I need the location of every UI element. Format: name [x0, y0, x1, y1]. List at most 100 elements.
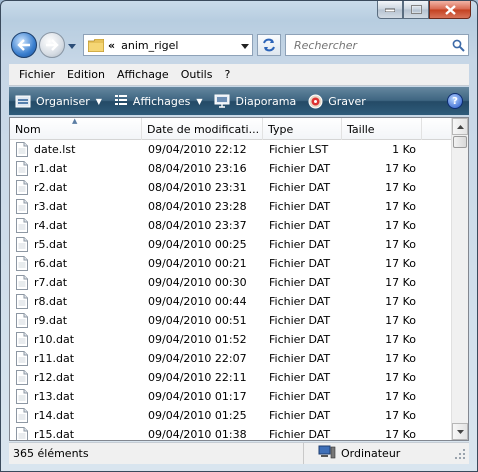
search-input[interactable]: [294, 38, 448, 52]
column-size[interactable]: Taille: [342, 118, 422, 140]
item-count: 365 éléments: [13, 447, 89, 460]
file-name: r5.dat: [34, 238, 68, 251]
file-date: 08/04/2010 23:16: [148, 162, 247, 175]
scrollbar-thumb[interactable]: [453, 136, 467, 148]
file-icon: [16, 294, 28, 309]
file-type: Fichier DAT: [269, 409, 331, 422]
file-row[interactable]: r10.dat 09/04/2010 01:52 Fichier DAT 17 Ko: [10, 330, 451, 349]
file-name: r2.dat: [34, 181, 68, 194]
chevron-down-icon: [456, 429, 464, 434]
scroll-up-button[interactable]: [452, 118, 468, 135]
file-icon: [16, 332, 28, 347]
file-row[interactable]: r13.dat 09/04/2010 01:17 Fichier DAT 17 Ko: [10, 387, 451, 406]
breadcrumb-path[interactable]: anim_rigel: [121, 39, 238, 52]
file-rows: date.lst 09/04/2010 22:12 Fichier LST 1 Ko r…: [10, 140, 451, 440]
address-dropdown[interactable]: [238, 39, 252, 52]
file-row[interactable]: r6.dat 09/04/2010 00:21 Fichier DAT 17 Ko: [10, 254, 451, 273]
back-button[interactable]: [11, 32, 37, 58]
graver-button[interactable]: Graver: [302, 87, 372, 115]
file-icon: [16, 218, 28, 233]
search-box[interactable]: [285, 34, 469, 56]
recent-pages-dropdown[interactable]: [67, 41, 77, 49]
file-row[interactable]: r4.dat 08/04/2010 23:37 Fichier DAT 17 Ko: [10, 216, 451, 235]
menu-help[interactable]: ?: [218, 68, 236, 81]
file-row[interactable]: r15.dat 09/04/2010 01:38 Fichier DAT 17 Ko: [10, 425, 451, 440]
file-row[interactable]: r3.dat 08/04/2010 23:28 Fichier DAT 17 Ko: [10, 197, 451, 216]
file-name-cell: r15.dat: [16, 425, 74, 440]
affichages-button[interactable]: Affichages ▼: [108, 87, 209, 115]
chevron-up-icon: [456, 124, 464, 129]
file-size: 17 Ko: [385, 409, 416, 422]
caption-buttons: [377, 1, 471, 19]
file-row[interactable]: r14.dat 09/04/2010 01:25 Fichier DAT 17 Ko: [10, 406, 451, 425]
close-button[interactable]: [429, 1, 471, 19]
file-row[interactable]: r11.dat 09/04/2010 22:07 Fichier DAT 17 Ko: [10, 349, 451, 368]
search-button[interactable]: [448, 39, 468, 52]
file-name: r1.dat: [34, 162, 68, 175]
column-name[interactable]: ▲ Nom: [10, 118, 142, 140]
close-icon: [444, 4, 456, 15]
file-icon: [16, 142, 28, 157]
file-icon: [16, 275, 28, 290]
resize-grip-icon[interactable]: [453, 447, 467, 461]
file-size: 1 Ko: [392, 143, 416, 156]
file-name-cell: r5.dat: [16, 235, 67, 254]
file-row[interactable]: r8.dat 09/04/2010 00:44 Fichier DAT 17 Ko: [10, 292, 451, 311]
file-size: 17 Ko: [385, 257, 416, 270]
file-row[interactable]: r9.dat 09/04/2010 00:51 Fichier DAT 17 Ko: [10, 311, 451, 330]
refresh-button[interactable]: [257, 34, 281, 56]
minimize-button[interactable]: [377, 1, 403, 19]
file-date: 09/04/2010 01:17: [148, 390, 247, 403]
file-name: r12.dat: [34, 371, 75, 384]
file-icon: [16, 237, 28, 252]
file-name-cell: r13.dat: [16, 387, 74, 406]
file-row[interactable]: r1.dat 08/04/2010 23:16 Fichier DAT 17 Ko: [10, 159, 451, 178]
file-type: Fichier DAT: [269, 238, 331, 251]
file-name-cell: date.lst: [16, 140, 75, 159]
menu-fichier[interactable]: Fichier: [13, 68, 61, 81]
file-name-cell: r1.dat: [16, 159, 67, 178]
chevron-down-icon: ▼: [196, 96, 203, 106]
maximize-button[interactable]: [403, 1, 429, 19]
menu-outils[interactable]: Outils: [175, 68, 219, 81]
file-name-cell: r8.dat: [16, 292, 67, 311]
file-row[interactable]: r7.dat 09/04/2010 00:30 Fichier DAT 17 Ko: [10, 273, 451, 292]
file-name-cell: r14.dat: [16, 406, 74, 425]
file-name-cell: r10.dat: [16, 330, 74, 349]
scroll-down-button[interactable]: [452, 423, 468, 440]
forward-button[interactable]: [39, 32, 65, 58]
file-date: 08/04/2010 23:28: [148, 200, 247, 213]
file-name: r9.dat: [34, 314, 68, 327]
search-icon: [452, 39, 465, 52]
column-date-label: Date de modificati...: [147, 122, 260, 136]
menu-affichage[interactable]: Affichage: [111, 68, 175, 81]
address-bar[interactable]: « anim_rigel: [83, 34, 253, 56]
chevron-down-icon: [68, 44, 76, 49]
menu-edition[interactable]: Edition: [61, 68, 111, 81]
help-button[interactable]: ?: [447, 93, 463, 109]
file-name-cell: r11.dat: [16, 349, 74, 368]
organiser-button[interactable]: Organiser ▼: [9, 87, 108, 115]
diaporama-button[interactable]: Diaporama: [208, 87, 302, 115]
file-size: 17 Ko: [385, 162, 416, 175]
graver-label: Graver: [328, 94, 366, 108]
vertical-scrollbar[interactable]: [451, 118, 468, 440]
file-row[interactable]: r5.dat 09/04/2010 00:25 Fichier DAT 17 Ko: [10, 235, 451, 254]
column-type[interactable]: Type: [263, 118, 342, 140]
views-icon: [114, 94, 128, 108]
file-size: 17 Ko: [385, 181, 416, 194]
breadcrumb-chevron[interactable]: «: [108, 39, 115, 52]
chevron-down-icon: [241, 43, 249, 49]
column-date[interactable]: Date de modificati...: [142, 118, 263, 140]
file-icon: [16, 256, 28, 271]
computer-icon: [318, 445, 336, 462]
file-icon: [16, 370, 28, 385]
file-type: Fichier DAT: [269, 257, 331, 270]
file-icon: [16, 199, 28, 214]
file-row[interactable]: r2.dat 08/04/2010 23:31 Fichier DAT 17 Ko: [10, 178, 451, 197]
command-bar: Organiser ▼ Affichages ▼ Diaporama Grave…: [9, 87, 469, 115]
file-date: 09/04/2010 00:44: [148, 295, 247, 308]
file-row[interactable]: date.lst 09/04/2010 22:12 Fichier LST 1 Ko: [10, 140, 451, 159]
file-row[interactable]: r12.dat 09/04/2010 22:11 Fichier DAT 17 Ko: [10, 368, 451, 387]
sort-ascending-icon: ▲: [72, 117, 78, 125]
